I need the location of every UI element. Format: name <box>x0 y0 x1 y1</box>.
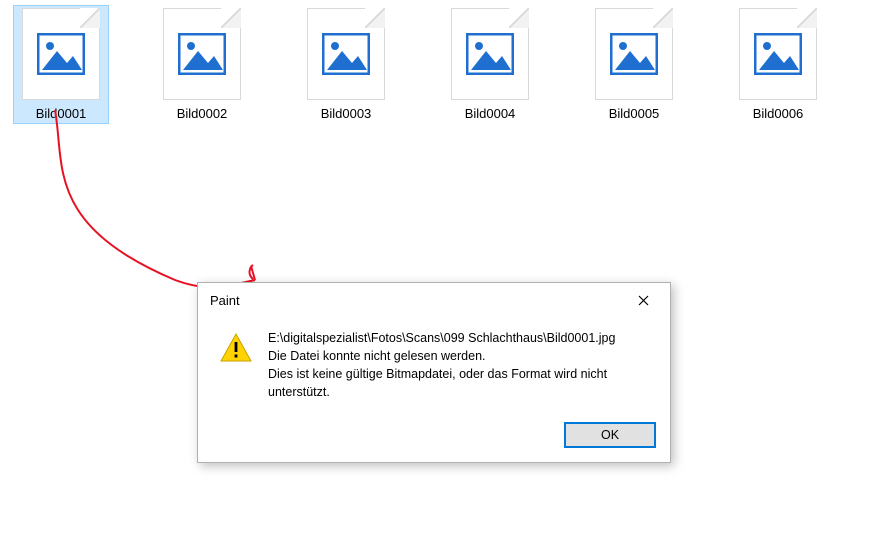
dialog-line: Dies ist keine gültige Bitmapdatei, oder… <box>268 365 652 401</box>
file-thumbnail <box>451 8 529 100</box>
file-label: Bild0002 <box>177 106 228 121</box>
image-icon <box>322 33 370 75</box>
file-label: Bild0004 <box>465 106 516 121</box>
dialog-titlebar[interactable]: Paint <box>198 283 670 315</box>
file-label: Bild0003 <box>321 106 372 121</box>
file-label: Bild0001 <box>36 106 87 121</box>
file-label: Bild0006 <box>753 106 804 121</box>
file-item[interactable]: Bild0003 <box>298 8 394 121</box>
file-item[interactable]: Bild0006 <box>730 8 826 121</box>
file-thumbnail <box>163 8 241 100</box>
image-icon <box>178 33 226 75</box>
file-item[interactable]: Bild0001 <box>13 5 109 124</box>
file-grid: Bild0001 Bild0002 Bild0003 <box>0 0 871 129</box>
file-label: Bild0005 <box>609 106 660 121</box>
dialog-line: Die Datei konnte nicht gelesen werden. <box>268 347 652 365</box>
dialog-title: Paint <box>210 293 240 308</box>
file-item[interactable]: Bild0002 <box>154 8 250 121</box>
dialog-message: E:\digitalspezialist\Fotos\Scans\099 Sch… <box>268 329 652 402</box>
ok-button[interactable]: OK <box>564 422 656 448</box>
dialog-line: E:\digitalspezialist\Fotos\Scans\099 Sch… <box>268 329 652 347</box>
image-icon <box>754 33 802 75</box>
close-button[interactable] <box>626 289 660 311</box>
file-thumbnail <box>595 8 673 100</box>
file-thumbnail <box>22 8 100 100</box>
dialog-body: E:\digitalspezialist\Fotos\Scans\099 Sch… <box>198 315 670 412</box>
file-thumbnail <box>739 8 817 100</box>
dialog-button-row: OK <box>198 412 670 462</box>
image-icon <box>466 33 514 75</box>
file-item[interactable]: Bild0005 <box>586 8 682 121</box>
close-icon <box>638 295 649 306</box>
error-dialog: Paint E:\digitalspezialist\Fotos\Scans\0… <box>197 282 671 463</box>
image-icon <box>37 33 85 75</box>
file-item[interactable]: Bild0004 <box>442 8 538 121</box>
image-icon <box>610 33 658 75</box>
file-thumbnail <box>307 8 385 100</box>
warning-icon <box>220 333 252 363</box>
